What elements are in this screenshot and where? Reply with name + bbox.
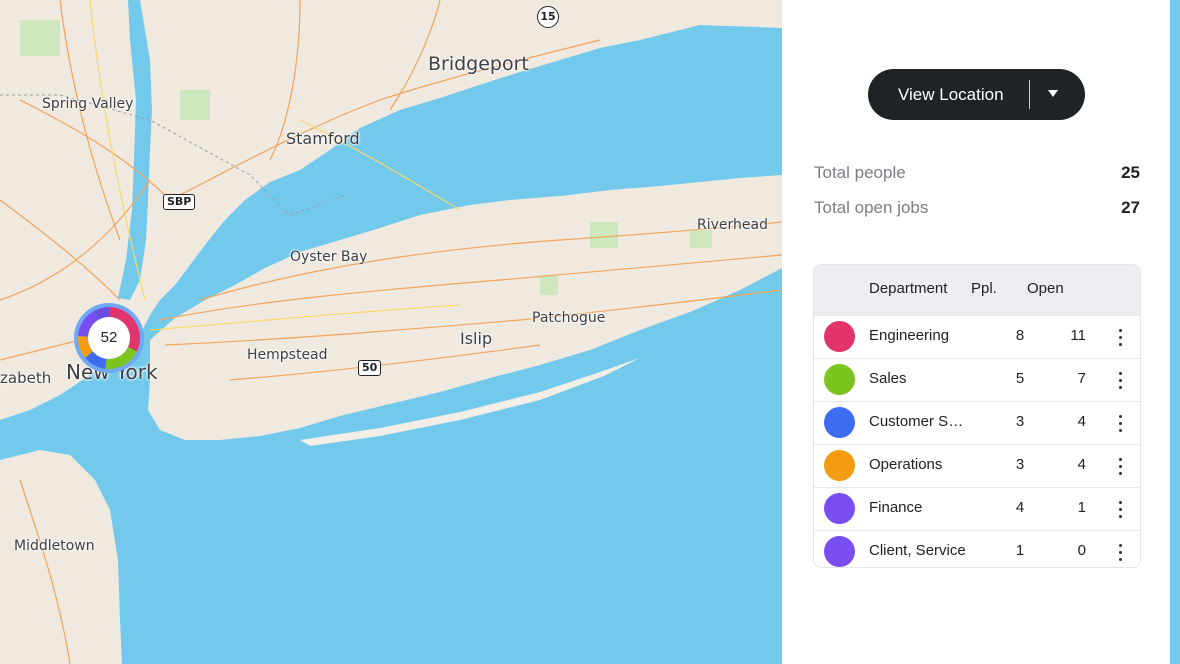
department-ppl: 8: [1015, 327, 1025, 344]
table-row[interactable]: Sales 5 7: [814, 358, 1140, 401]
view-location-button[interactable]: View Location: [868, 69, 1085, 120]
more-options-icon[interactable]: [1110, 454, 1130, 478]
department-open: 11: [1070, 327, 1086, 344]
department-open: 4: [1077, 413, 1086, 430]
department-color-dot: [824, 536, 855, 567]
table-row[interactable]: Engineering 8 11: [814, 315, 1140, 358]
department-name: Sales: [869, 370, 907, 387]
department-ppl: 3: [1015, 413, 1025, 430]
department-open: 4: [1077, 456, 1086, 473]
route-shield: 50: [358, 360, 382, 376]
stat-total-people: Total people 25: [814, 163, 1140, 185]
caret-down-icon[interactable]: [1048, 90, 1058, 97]
place-label: Patchogue: [532, 310, 606, 326]
table-body: Engineering 8 11 Sales 5 7 Customer S… 3 4 Operat…: [814, 315, 1140, 567]
stat-label: Total open jobs: [814, 198, 929, 217]
button-divider: [1029, 80, 1030, 109]
department-color-dot: [824, 407, 855, 438]
table-row[interactable]: Finance 4 1: [814, 487, 1140, 530]
department-color-dot: [824, 364, 855, 395]
header-department[interactable]: Department: [869, 265, 947, 313]
table-row[interactable]: Customer S… 3 4: [814, 401, 1140, 444]
more-options-icon[interactable]: [1110, 325, 1130, 349]
department-open: 0: [1077, 542, 1086, 559]
view-location-label: View Location: [898, 85, 1004, 104]
more-options-icon[interactable]: [1110, 497, 1130, 521]
stat-value: 27: [1121, 198, 1140, 217]
route-shield: SBP: [163, 194, 196, 210]
place-label: Riverhead: [697, 217, 768, 233]
map[interactable]: Bridgeport Spring Valley Stamford Riverh…: [0, 0, 782, 664]
place-label: Islip: [460, 329, 493, 348]
stat-total-open-jobs: Total open jobs 27: [814, 198, 1140, 220]
more-options-icon[interactable]: [1110, 411, 1130, 435]
stat-value: 25: [1121, 163, 1140, 182]
route-shield: 15: [537, 6, 559, 28]
department-name: Client, Service: [869, 542, 966, 559]
place-label: Oyster Bay: [290, 249, 368, 265]
table-row[interactable]: Operations 3 4: [814, 444, 1140, 487]
department-open: 1: [1077, 499, 1086, 516]
department-table: Department Ppl. Open Engineering 8 11 Sales…: [813, 264, 1141, 568]
department-ppl: 4: [1015, 499, 1025, 516]
department-name: Customer S…: [869, 413, 964, 430]
department-name: Operations: [869, 456, 943, 473]
department-color-dot: [824, 450, 855, 481]
table-row[interactable]: Client, Service 1 0: [814, 530, 1140, 567]
place-label: Spring Valley: [42, 96, 134, 112]
department-color-dot: [824, 321, 855, 352]
department-open: 7: [1077, 370, 1086, 387]
map-edge: [1170, 0, 1180, 664]
place-label: Bridgeport: [428, 53, 529, 75]
department-color-dot: [824, 493, 855, 524]
cluster-count: 52: [100, 329, 118, 346]
header-open[interactable]: Open: [1027, 265, 1064, 313]
header-ppl[interactable]: Ppl.: [971, 265, 997, 313]
department-ppl: 5: [1015, 370, 1025, 387]
department-ppl: 3: [1015, 456, 1025, 473]
location-cluster-marker[interactable]: 52: [72, 301, 146, 375]
place-label: Middletown: [14, 538, 95, 554]
department-name: Finance: [869, 499, 923, 516]
location-panel: View Location Total people 25 Total open…: [782, 0, 1170, 664]
place-label: zabeth: [0, 369, 52, 387]
department-name: Engineering: [869, 327, 950, 344]
table-header: Department Ppl. Open: [814, 265, 1140, 315]
more-options-icon[interactable]: [1110, 368, 1130, 392]
more-options-icon[interactable]: [1110, 540, 1130, 564]
department-ppl: 1: [1015, 542, 1025, 559]
place-label: Stamford: [286, 129, 360, 148]
stat-label: Total people: [814, 163, 906, 182]
place-label: Hempstead: [247, 347, 328, 363]
